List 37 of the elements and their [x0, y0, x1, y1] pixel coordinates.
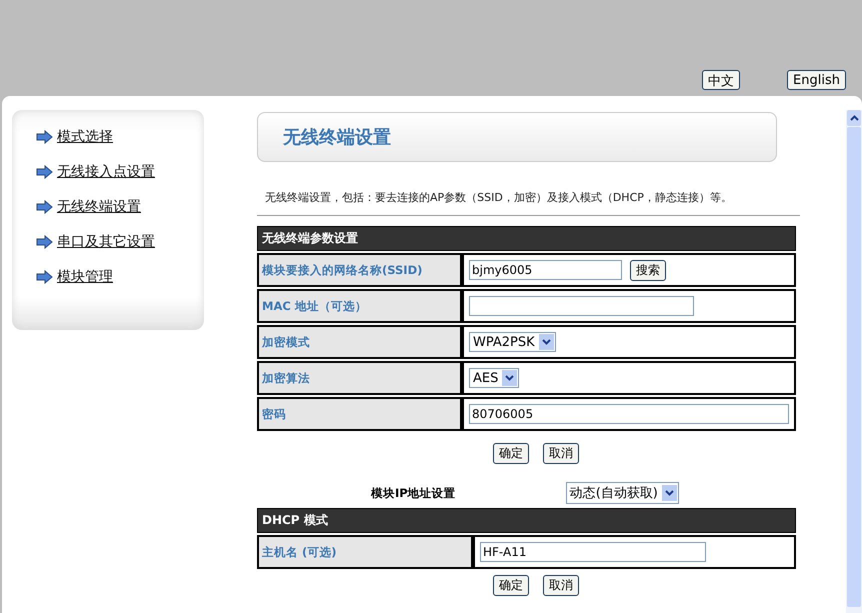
sidebar-link[interactable]: 串口及其它设置: [57, 233, 155, 251]
field-label: 密码: [257, 397, 462, 431]
ip-setting-label: 模块IP地址设置: [371, 486, 456, 500]
arrow-icon: [36, 165, 53, 179]
sidebar-link[interactable]: 无线接入点设置: [57, 163, 155, 181]
dropdown[interactable]: AES: [469, 368, 520, 388]
scroll-up-icon[interactable]: [847, 110, 861, 126]
description: 无线终端设置，包括：要去连接的AP参数（SSID，加密）及接入模式（DHCP，静态连接）等。: [265, 190, 733, 205]
sidebar-link[interactable]: 模式选择: [57, 128, 113, 146]
input-field[interactable]: bjmy6005: [469, 260, 622, 280]
arrow-icon: [36, 200, 53, 214]
form-button[interactable]: 取消: [543, 575, 579, 596]
table-header: 无线终端参数设置: [257, 226, 796, 251]
language-button[interactable]: English: [787, 70, 846, 90]
field-label: 主机名 (可选): [257, 535, 473, 569]
sidebar-link[interactable]: 模块管理: [57, 268, 113, 286]
input-field[interactable]: HF-A11: [480, 542, 706, 562]
arrow-icon: [36, 235, 53, 249]
scrollbar[interactable]: [846, 110, 862, 613]
input-field[interactable]: 80706005: [469, 404, 789, 424]
form-button[interactable]: 确定: [493, 575, 529, 596]
arrow-icon: [36, 130, 53, 144]
table-header: DHCP 模式: [257, 508, 796, 533]
form-button[interactable]: 取消: [543, 443, 579, 464]
input-field[interactable]: [469, 296, 694, 316]
arrow-icon: [36, 270, 53, 284]
sidebar-link[interactable]: 无线终端设置: [57, 198, 141, 216]
field-label: 加密模式: [257, 325, 462, 359]
language-button[interactable]: 中文: [702, 70, 740, 90]
field-label: 模块要接入的网络名称(SSID): [257, 253, 462, 287]
dropdown[interactable]: 动态(自动获取): [566, 482, 679, 504]
search-button[interactable]: 搜索: [630, 260, 666, 280]
form-button[interactable]: 确定: [493, 443, 529, 464]
field-label: 加密算法: [257, 361, 462, 395]
dropdown[interactable]: WPA2PSK: [469, 332, 556, 352]
field-label: MAC 地址（可选）: [257, 289, 462, 323]
page-title: 无线终端设置: [283, 126, 391, 149]
